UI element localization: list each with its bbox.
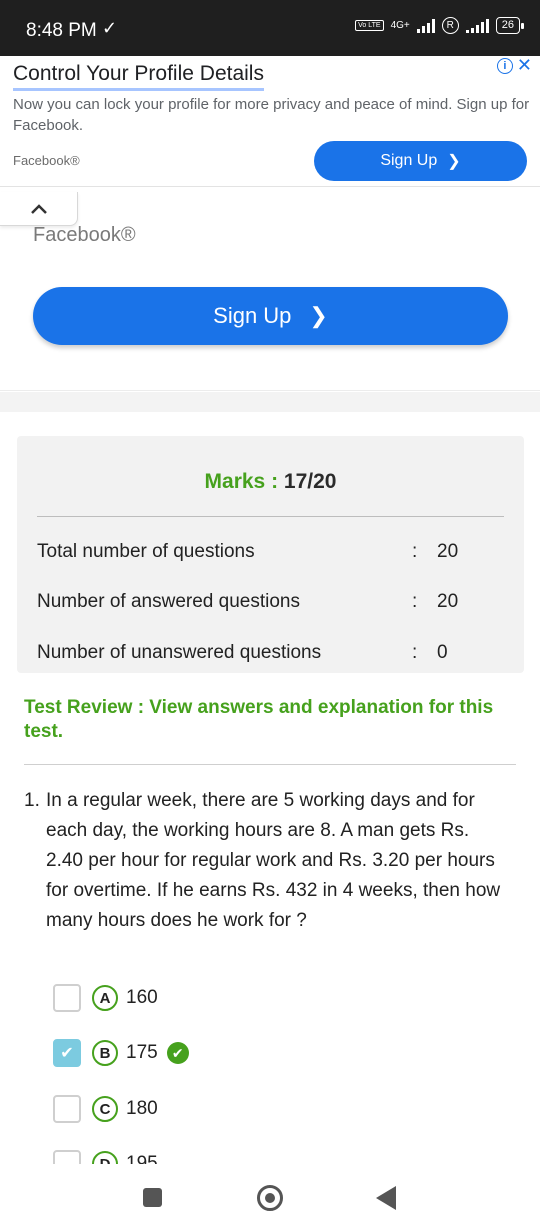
option-letter-badge: C xyxy=(92,1096,118,1122)
option-a[interactable]: A 160 xyxy=(53,983,158,1013)
ad-description: Now you can lock your profile for more p… xyxy=(13,96,530,134)
option-letter-badge: A xyxy=(92,985,118,1011)
chevron-up-icon xyxy=(30,203,47,214)
marks-line: Marks : 17/20 xyxy=(17,470,524,494)
option-checkbox[interactable] xyxy=(53,1095,81,1123)
option-letter-badge: B xyxy=(92,1040,118,1066)
option-c[interactable]: C 180 xyxy=(53,1094,158,1124)
stat-row-answered: Number of answered questions : 20 xyxy=(37,591,504,615)
stat-row-unanswered: Number of unanswered questions : 0 xyxy=(37,642,504,666)
back-icon[interactable] xyxy=(376,1186,396,1210)
status-icons: Vo LTE 4G+ R 26 xyxy=(355,17,525,34)
test-review-link[interactable]: Test Review : View answers and explanati… xyxy=(24,696,514,744)
section-separator xyxy=(0,392,540,412)
home-icon[interactable] xyxy=(257,1185,283,1211)
stat-value: 20 xyxy=(437,591,459,612)
stat-row-total: Total number of questions : 20 xyxy=(37,541,504,565)
ad-card-signup-label: Sign Up xyxy=(213,303,292,328)
system-navigation-bar xyxy=(0,1164,540,1230)
stat-colon: : xyxy=(412,591,418,612)
stat-label: Number of answered questions xyxy=(37,591,300,612)
registered-icon: R xyxy=(441,17,459,34)
ad-signup-label: Sign Up xyxy=(380,152,438,169)
ad-banner[interactable]: Control Your Profile Details i ✕ Now you… xyxy=(0,56,540,187)
option-checkbox-checked[interactable]: ✔ xyxy=(53,1039,81,1067)
stat-value: 0 xyxy=(437,642,448,663)
question-text: In a regular week, there are 5 working d… xyxy=(46,790,501,931)
question-number: 1. xyxy=(24,790,40,811)
ad-signup-button[interactable]: Sign Up ❯ xyxy=(314,141,527,181)
status-bar: 8:48 PM ✓ Vo LTE 4G+ R 26 xyxy=(0,0,540,56)
option-b[interactable]: ✔ B 175 ✔ xyxy=(53,1038,189,1068)
option-value: 175 xyxy=(126,1042,158,1063)
volte-icon: Vo LTE xyxy=(355,20,384,31)
signal-icon-2 xyxy=(465,18,489,33)
divider xyxy=(24,764,516,765)
collapse-ad-button[interactable] xyxy=(0,192,78,226)
stat-label: Total number of questions xyxy=(37,541,255,562)
option-checkbox[interactable] xyxy=(53,984,81,1012)
ad-card-source: Facebook® xyxy=(33,224,136,246)
ad-choices[interactable]: i ✕ xyxy=(496,56,532,74)
chevron-right-icon: ❯ xyxy=(309,303,328,328)
stat-colon: : xyxy=(412,642,418,663)
check-download-icon: ✓ xyxy=(102,18,118,38)
ad-source: Facebook® xyxy=(13,153,80,168)
stat-label: Number of unanswered questions xyxy=(37,642,322,663)
battery-icon: 26 xyxy=(495,17,525,34)
ad-card[interactable]: Facebook® Sign Up ❯ xyxy=(0,188,540,391)
network-type-label: 4G+ xyxy=(390,19,410,31)
status-time: 8:48 PM xyxy=(26,20,97,41)
ad-title[interactable]: Control Your Profile Details xyxy=(13,62,264,91)
option-value: 180 xyxy=(126,1098,158,1119)
correct-check-icon: ✔ xyxy=(166,1042,189,1064)
option-value: 160 xyxy=(126,987,158,1008)
ad-card-signup-button[interactable]: Sign Up ❯ xyxy=(33,287,508,345)
stat-colon: : xyxy=(412,541,418,562)
marks-label: Marks : xyxy=(204,470,279,493)
test-result-content[interactable]: Marks : 17/20 Total number of questions … xyxy=(0,412,540,1178)
close-icon[interactable]: ✕ xyxy=(517,56,532,74)
marks-summary-box: Marks : 17/20 Total number of questions … xyxy=(17,436,524,673)
recent-apps-icon[interactable] xyxy=(143,1188,162,1207)
signal-icon xyxy=(416,18,435,33)
chevron-right-icon: ❯ xyxy=(447,153,461,170)
info-icon[interactable]: i xyxy=(496,58,513,74)
stat-value: 20 xyxy=(437,541,459,562)
marks-value: 17/20 xyxy=(283,470,337,493)
divider xyxy=(37,516,504,517)
